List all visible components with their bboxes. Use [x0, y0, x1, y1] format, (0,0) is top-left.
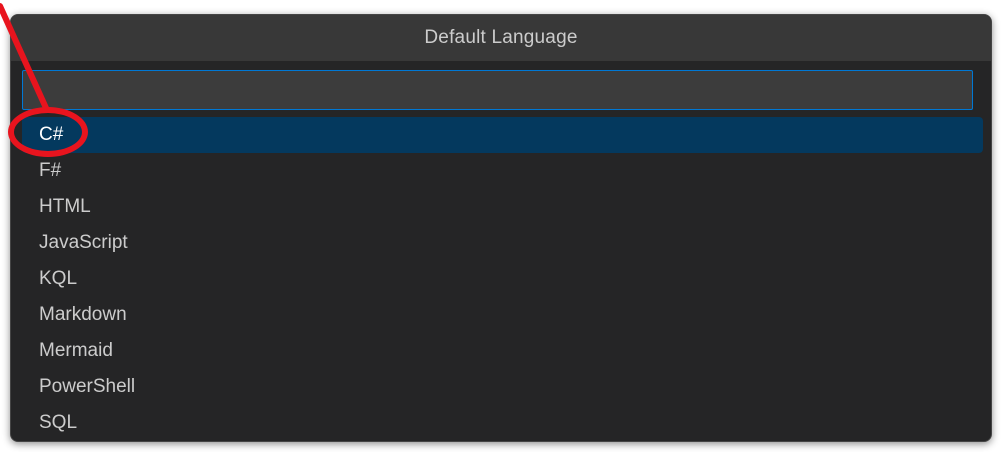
quick-pick-title: Default Language [424, 27, 578, 48]
default-language-quick-pick: Default Language C# F# HTML JavaScript K… [10, 14, 992, 442]
list-item-label: C# [39, 124, 64, 145]
list-item-label: F# [39, 160, 62, 181]
list-item-label: KQL [39, 268, 78, 289]
list-item-label: HTML [39, 196, 91, 217]
list-item-label: Markdown [39, 304, 127, 325]
list-item-powershell[interactable]: PowerShell [22, 369, 983, 405]
language-list: C# F# HTML JavaScript KQL Markdown Merma… [22, 117, 983, 441]
list-item-kql[interactable]: KQL [22, 261, 983, 297]
list-item-label: Mermaid [39, 340, 113, 361]
list-item-label: JavaScript [39, 232, 128, 253]
list-item-mermaid[interactable]: Mermaid [22, 333, 983, 369]
list-item-javascript[interactable]: JavaScript [22, 225, 983, 261]
list-item-label: PowerShell [39, 376, 136, 397]
list-item-csharp[interactable]: C# [22, 117, 983, 153]
list-item-label: SQL [39, 412, 78, 433]
list-item-sql[interactable]: SQL [22, 405, 983, 441]
quick-pick-title-bar: Default Language [11, 15, 991, 61]
list-item-html[interactable]: HTML [22, 189, 983, 225]
list-item-markdown[interactable]: Markdown [22, 297, 983, 333]
search-input-container [22, 70, 973, 110]
list-item-fsharp[interactable]: F# [22, 153, 983, 189]
search-input[interactable] [23, 71, 972, 109]
